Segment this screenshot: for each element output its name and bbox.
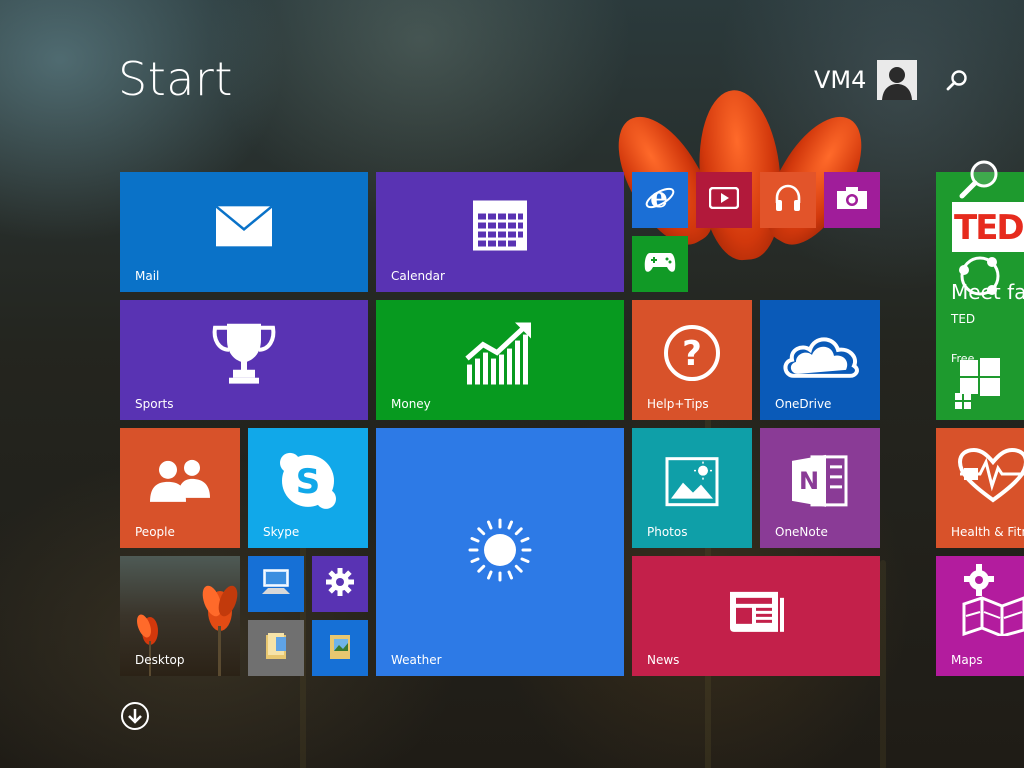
search-icon[interactable] <box>944 68 970 94</box>
picture-icon <box>665 457 719 511</box>
tile-music[interactable] <box>760 172 816 228</box>
video-icon <box>708 186 740 213</box>
tile-photo-folder[interactable] <box>312 620 368 676</box>
svg-text:e: e <box>650 182 668 214</box>
svg-text:?: ? <box>682 334 702 374</box>
gear-icon <box>325 567 355 601</box>
tile-help-tips[interactable]: ? Help+Tips <box>632 300 752 420</box>
tile-news[interactable]: News <box>632 556 880 676</box>
ted-label: TED <box>951 312 976 326</box>
tile-people[interactable]: People <box>120 428 240 548</box>
chart-up-icon <box>465 321 535 389</box>
windows-badge-icon <box>954 392 972 414</box>
internet-explorer-icon: e <box>644 181 676 218</box>
tile-health-fitness[interactable]: Health & Fitne <box>936 428 1024 548</box>
svg-text:S: S <box>296 462 321 502</box>
user-avatar[interactable] <box>877 60 917 100</box>
ted-logo: TED <box>952 202 1024 252</box>
computer-icon <box>260 568 292 600</box>
tile-label: News <box>647 653 680 667</box>
tile-sports[interactable]: Sports <box>120 300 368 420</box>
share-icon <box>952 252 1008 306</box>
tile-this-pc[interactable] <box>248 556 304 612</box>
tile-label: Maps <box>951 653 983 667</box>
tile-photos[interactable]: Photos <box>632 428 752 548</box>
tile-label: Sports <box>135 397 174 411</box>
user-name[interactable]: VM4 <box>814 66 866 94</box>
tile-label: Weather <box>391 653 442 667</box>
camera-icon <box>836 186 868 214</box>
tile-onedrive[interactable]: OneDrive <box>760 300 880 420</box>
svg-text:N: N <box>799 467 819 495</box>
arrow-down-circle-icon[interactable] <box>120 701 150 731</box>
tile-onenote[interactable]: N OneNote <box>760 428 880 548</box>
tile-weather[interactable]: Weather <box>376 428 624 676</box>
tile-label: Health & Fitne <box>951 525 1024 539</box>
tile-label: Help+Tips <box>647 397 709 411</box>
tile-label: Money <box>391 397 431 411</box>
picture-folder-icon <box>326 631 354 665</box>
tile-label: OneDrive <box>775 397 832 411</box>
skype-icon: S <box>278 451 338 515</box>
calendar-icon <box>472 200 528 256</box>
tile-money[interactable]: Money <box>376 300 624 420</box>
tile-video[interactable] <box>696 172 752 228</box>
mail-icon <box>215 205 273 251</box>
tile-camera[interactable] <box>824 172 880 228</box>
tile-desktop[interactable]: Desktop <box>120 556 240 676</box>
onenote-icon: N <box>790 451 850 515</box>
sun-icon <box>467 517 533 587</box>
tile-label: Skype <box>263 525 300 539</box>
tile-label: OneNote <box>775 525 828 539</box>
tile-label: Mail <box>135 269 160 283</box>
people-icon <box>148 458 212 510</box>
tile-skype[interactable]: S Skype <box>248 428 368 548</box>
gamepad-icon <box>644 251 676 277</box>
magnifier-icon <box>956 156 1004 208</box>
cloud-icon <box>780 330 860 382</box>
tile-maps[interactable]: Maps <box>936 556 1024 676</box>
trophy-icon <box>211 322 277 388</box>
page-title: Start <box>118 52 233 106</box>
tile-calendar[interactable]: Calendar <box>376 172 624 292</box>
tile-label: Calendar <box>391 269 445 283</box>
headphones-icon <box>773 183 803 217</box>
question-icon: ? <box>663 324 721 386</box>
tile-label: People <box>135 525 175 539</box>
folder-icon <box>262 631 290 665</box>
map-icon <box>962 560 1024 640</box>
newspaper-icon <box>726 586 786 638</box>
tile-label: Photos <box>647 525 688 539</box>
tile-mail[interactable]: Mail <box>120 172 368 292</box>
tile-games[interactable] <box>632 236 688 292</box>
tile-file-explorer[interactable] <box>248 620 304 676</box>
heart-rate-icon <box>957 447 1024 508</box>
tile-internet-explorer[interactable]: e <box>632 172 688 228</box>
tile-pc-settings[interactable] <box>312 556 368 612</box>
tile-label: Desktop <box>135 653 185 667</box>
